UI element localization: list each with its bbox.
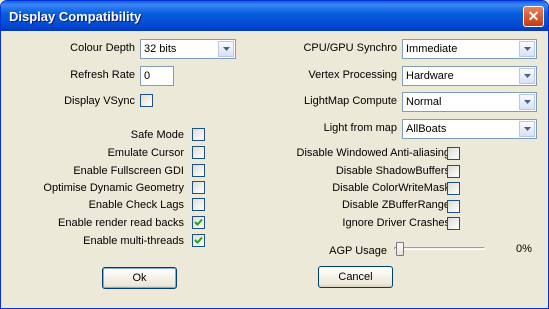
cpu-gpu-synchro-value: Immediate [406,43,458,55]
checkmark-icon [194,218,203,226]
disable-windowed-aa-checkbox[interactable] [447,147,460,160]
ok-button[interactable]: Ok [102,267,177,289]
option-label: Emulate Cursor [107,147,184,159]
render-read-backs-checkbox[interactable] [192,216,205,229]
option-label: Enable Check Lags [88,199,184,211]
light-from-map-value: AllBoats [406,123,447,135]
disable-shadowbuffers-checkbox[interactable] [447,165,460,178]
cpu-gpu-synchro-label: CPU/GPU Synchro [303,42,397,54]
colour-depth-value: 32 bits [144,43,177,55]
option-label: Disable ZBufferRange [341,199,450,211]
option-label: Enable multi-threads [83,235,184,247]
refresh-rate-input[interactable]: 0 [140,66,174,86]
light-from-map-label: Light from map [323,122,397,134]
agp-usage-value: 0% [516,243,532,255]
safe-mode-checkbox[interactable] [192,128,205,141]
agp-usage-track[interactable] [394,247,485,250]
close-icon: ✕ [527,8,540,24]
lightmap-compute-label: LightMap Compute [304,95,397,107]
display-vsync-checkbox[interactable] [140,94,153,107]
check-lags-checkbox[interactable] [192,198,205,211]
dialog-body: Colour Depth 32 bits Refresh Rate 0 Disp… [4,31,545,305]
chevron-down-icon [519,41,535,57]
option-label: Disable ShadowBuffers [335,165,450,177]
ignore-driver-crashes-checkbox[interactable] [447,217,460,230]
refresh-rate-label: Refresh Rate [70,69,135,81]
chevron-down-icon [519,121,535,137]
fullscreen-gdi-checkbox[interactable] [192,164,205,177]
vertex-processing-label: Vertex Processing [308,69,397,81]
colour-depth-label: Colour Depth [70,42,135,54]
option-label: Ignore Driver Crashes [342,217,450,229]
chevron-down-icon [218,41,234,57]
optimise-geometry-checkbox[interactable] [192,181,205,194]
display-vsync-label: Display VSync [64,95,135,107]
agp-usage-slider-thumb[interactable] [396,242,404,256]
option-label: Safe Mode [130,129,184,141]
option-label: Enable render read backs [58,217,184,229]
option-label: Enable Fullscreen GDI [73,165,184,177]
cancel-button[interactable]: Cancel [318,266,393,288]
window-title: Display Compatibility [9,9,142,24]
title-bar[interactable]: Display Compatibility ✕ [1,1,548,31]
agp-usage-label: AGP Usage [329,245,387,257]
chevron-down-icon [519,68,535,84]
disable-colorwritemask-checkbox[interactable] [447,182,460,195]
vertex-processing-value: Hardware [406,70,454,82]
option-label: Disable Windowed Anti-aliasing [296,147,450,159]
lightmap-compute-select[interactable]: Normal [402,92,537,112]
checkmark-icon [194,236,203,244]
vertex-processing-select[interactable]: Hardware [402,66,537,86]
close-button[interactable]: ✕ [523,6,544,27]
colour-depth-select[interactable]: 32 bits [140,39,236,59]
multi-threads-checkbox[interactable] [192,234,205,247]
chevron-down-icon [519,94,535,110]
light-from-map-select[interactable]: AllBoats [402,119,537,139]
disable-zbufferrange-checkbox[interactable] [447,200,460,213]
lightmap-compute-value: Normal [406,96,442,108]
cpu-gpu-synchro-select[interactable]: Immediate [402,39,537,59]
dialog-window: Display Compatibility ✕ Colour Depth 32 … [0,0,549,309]
emulate-cursor-checkbox[interactable] [192,146,205,159]
option-label: Disable ColorWriteMask [332,182,450,194]
refresh-rate-value: 0 [144,70,151,82]
option-label: Optimise Dynamic Geometry [43,182,184,194]
